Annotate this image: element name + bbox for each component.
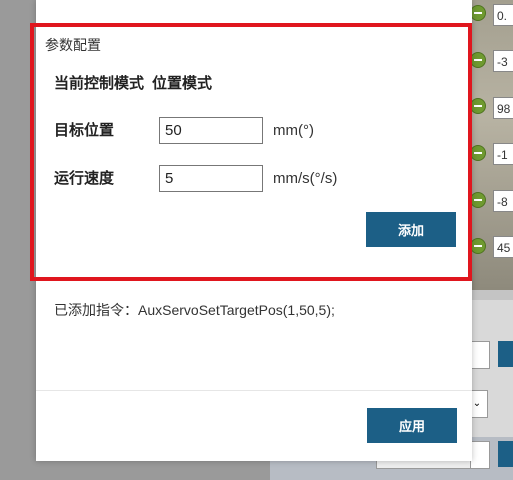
- added-command-line: 已添加指令：AuxServoSetTargetPos(1,50,5);: [54, 300, 335, 320]
- bg-input[interactable]: [470, 341, 490, 369]
- section-title: 参数配置: [45, 37, 101, 53]
- jog-minus-icon[interactable]: [470, 238, 486, 254]
- add-button[interactable]: 添加: [366, 212, 456, 247]
- bg-value-field[interactable]: 0.: [493, 4, 513, 26]
- bg-value-field[interactable]: -3: [493, 50, 513, 72]
- control-mode-value: 位置模式: [152, 75, 213, 92]
- control-mode-line: 当前控制模式 位置模式: [54, 72, 220, 93]
- run-speed-unit: mm/s(°/s): [273, 170, 338, 187]
- target-position-input[interactable]: [159, 117, 263, 144]
- jog-minus-icon[interactable]: [470, 145, 486, 161]
- added-command-text: AuxServoSetTargetPos(1,50,5);: [138, 302, 335, 318]
- dialog-divider: [36, 390, 472, 391]
- jog-minus-icon[interactable]: [470, 5, 486, 21]
- bg-value-field[interactable]: 45: [493, 236, 513, 258]
- jog-minus-icon[interactable]: [470, 98, 486, 114]
- run-speed-input[interactable]: [159, 165, 263, 192]
- control-mode-label: 当前控制模式: [54, 75, 145, 92]
- target-position-label: 目标位置: [54, 122, 115, 139]
- jog-minus-icon[interactable]: [470, 52, 486, 68]
- bg-value-field[interactable]: -1: [493, 143, 513, 165]
- bg-input[interactable]: [470, 441, 490, 469]
- bg-button[interactable]: [498, 341, 513, 367]
- bg-value-field[interactable]: -8: [493, 190, 513, 212]
- apply-button[interactable]: 应用: [367, 408, 457, 443]
- bg-value-field[interactable]: 98: [493, 97, 513, 119]
- jog-minus-icon[interactable]: [470, 192, 486, 208]
- target-position-unit: mm(°): [273, 122, 314, 139]
- bg-button[interactable]: [498, 441, 513, 467]
- added-command-prefix: 已添加指令：: [54, 302, 138, 318]
- run-speed-label: 运行速度: [54, 170, 115, 187]
